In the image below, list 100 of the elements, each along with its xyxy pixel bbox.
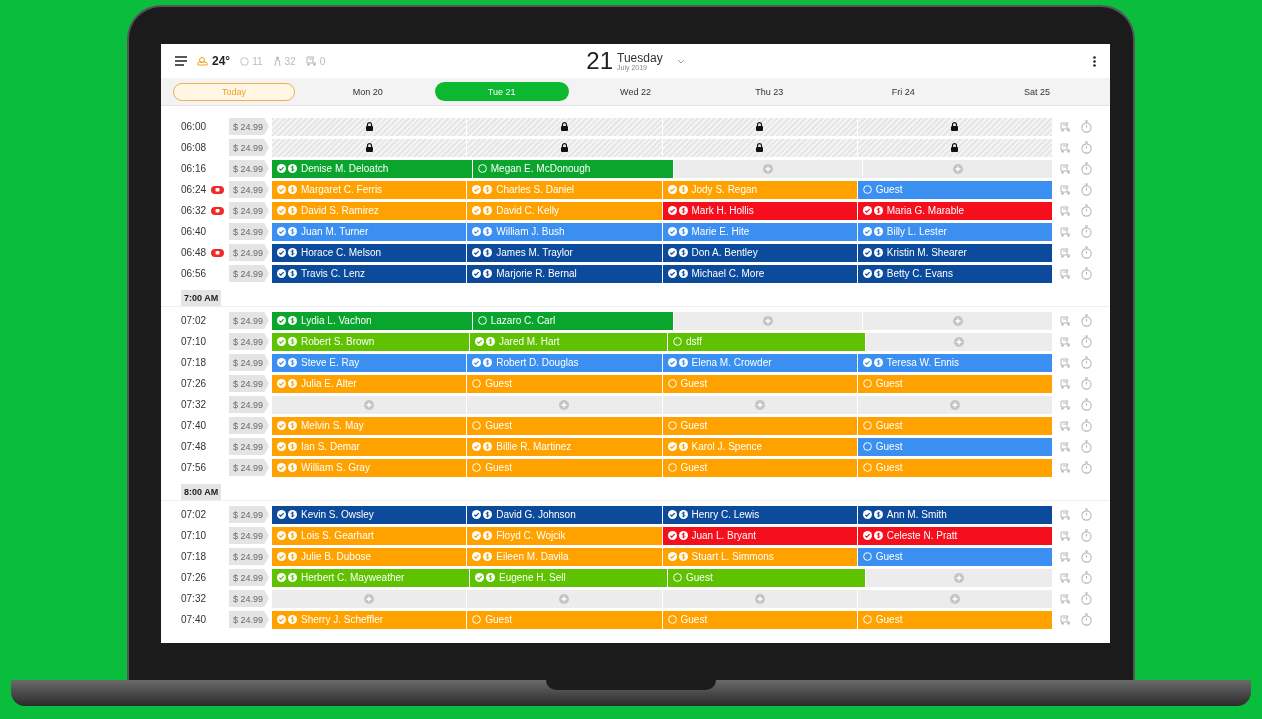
golf-cart-icon[interactable]	[1060, 184, 1071, 195]
stopwatch-icon[interactable]	[1081, 225, 1092, 238]
golf-cart-icon[interactable]	[1060, 142, 1071, 153]
booking-slot[interactable]: Guest	[668, 568, 865, 587]
booking-slot[interactable]: Megan E. McDonough	[472, 159, 673, 178]
booking-slot[interactable]: Celeste N. Pratt	[857, 526, 1052, 545]
golf-cart-icon[interactable]	[1060, 572, 1071, 583]
booking-slot[interactable]: Robert D. Douglas	[467, 353, 662, 372]
booking-slot[interactable]: Sherry J. Scheffler	[272, 610, 467, 629]
golf-cart-icon[interactable]	[1060, 399, 1071, 410]
booking-slot[interactable]: Guest	[662, 374, 857, 393]
stopwatch-icon[interactable]	[1081, 571, 1092, 584]
booking-slot[interactable]: Charles S. Daniel	[467, 180, 662, 199]
booking-slot[interactable]: Eugene H. Sell	[470, 568, 667, 587]
booking-slot[interactable]: Billie R. Martinez	[467, 437, 662, 456]
booking-slot[interactable]: Elena M. Crowder	[662, 353, 857, 372]
booking-slot[interactable]: Stuart L. Simmons	[662, 547, 857, 566]
day-tab[interactable]: Sat 25	[970, 82, 1104, 101]
golf-cart-icon[interactable]	[1060, 121, 1071, 132]
stopwatch-icon[interactable]	[1081, 183, 1092, 196]
golf-cart-icon[interactable]	[1060, 336, 1071, 347]
stopwatch-icon[interactable]	[1081, 335, 1092, 348]
stopwatch-icon[interactable]	[1081, 550, 1092, 563]
alert-badge[interactable]	[211, 248, 224, 257]
stopwatch-icon[interactable]	[1081, 204, 1092, 217]
booking-slot[interactable]: Lydia L. Vachon	[272, 311, 472, 330]
golf-cart-icon[interactable]	[1060, 551, 1071, 562]
golf-cart-icon[interactable]	[1060, 441, 1071, 452]
booking-slot[interactable]: Guest	[857, 547, 1052, 566]
booking-slot[interactable]: Guest	[467, 610, 662, 629]
booking-slot[interactable]: Guest	[467, 374, 662, 393]
stopwatch-icon[interactable]	[1081, 246, 1092, 259]
booking-slot[interactable]: Karol J. Spence	[662, 437, 857, 456]
golf-cart-icon[interactable]	[1060, 614, 1071, 625]
stopwatch-icon[interactable]	[1081, 613, 1092, 626]
booking-slot[interactable]: Ann M. Smith	[857, 505, 1052, 524]
booking-slot[interactable]: Horace C. Melson	[272, 243, 467, 262]
booking-slot[interactable]: Juan L. Bryant	[662, 526, 857, 545]
booking-slot[interactable]: Mark H. Hollis	[662, 201, 857, 220]
stopwatch-icon[interactable]	[1081, 162, 1092, 175]
day-tab[interactable]: Mon 20	[300, 82, 435, 101]
booking-slot[interactable]: Guest	[662, 416, 857, 435]
golf-cart-icon[interactable]	[1060, 247, 1071, 258]
booking-slot[interactable]: Kevin S. Owsley	[272, 505, 467, 524]
booking-slot[interactable]: Guest	[467, 416, 662, 435]
booking-slot[interactable]: Michael C. More	[662, 264, 857, 283]
booking-slot[interactable]: William J. Bush	[467, 222, 662, 241]
booking-slot[interactable]: Guest	[662, 610, 857, 629]
stopwatch-icon[interactable]	[1081, 120, 1092, 133]
booking-slot[interactable]: James M. Traylor	[467, 243, 662, 262]
golf-cart-icon[interactable]	[1060, 268, 1071, 279]
booking-slot[interactable]: Denise M. Deloatch	[272, 159, 472, 178]
booking-slot[interactable]: David S. Ramirez	[272, 201, 467, 220]
alert-badge[interactable]	[211, 185, 224, 194]
day-tab[interactable]: Wed 22	[568, 82, 703, 101]
booking-slot[interactable]: David G. Johnson	[467, 505, 662, 524]
booking-slot[interactable]: Henry C. Lewis	[662, 505, 857, 524]
booking-slot[interactable]: Herbert C. Mayweather	[272, 568, 469, 587]
booking-slot[interactable]: Guest	[857, 437, 1052, 456]
menu-icon[interactable]	[175, 56, 187, 66]
booking-slot[interactable]: dsff	[668, 332, 865, 351]
booking-slot[interactable]: Margaret C. Ferris	[272, 180, 467, 199]
stopwatch-icon[interactable]	[1081, 314, 1092, 327]
golf-cart-icon[interactable]	[1060, 357, 1071, 368]
golf-cart-icon[interactable]	[1060, 462, 1071, 473]
booking-slot[interactable]: Ian S. Demar	[272, 437, 467, 456]
stopwatch-icon[interactable]	[1081, 529, 1092, 542]
golf-cart-icon[interactable]	[1060, 226, 1071, 237]
booking-slot[interactable]: Guest	[857, 610, 1052, 629]
golf-cart-icon[interactable]	[1060, 420, 1071, 431]
booking-slot[interactable]: Billy L. Lester	[857, 222, 1052, 241]
booking-slot[interactable]: Guest	[857, 416, 1052, 435]
booking-slot[interactable]: William S. Gray	[272, 458, 467, 477]
booking-slot[interactable]: Guest	[857, 180, 1052, 199]
stopwatch-icon[interactable]	[1081, 419, 1092, 432]
booking-slot[interactable]: Betty C. Evans	[857, 264, 1052, 283]
booking-slot[interactable]: Jody S. Regan	[662, 180, 857, 199]
golf-cart-icon[interactable]	[1060, 509, 1071, 520]
booking-slot[interactable]: David C. Kelly	[467, 201, 662, 220]
chevron-down-icon[interactable]	[676, 58, 685, 64]
booking-slot[interactable]: Kristin M. Shearer	[857, 243, 1052, 262]
golf-cart-icon[interactable]	[1060, 205, 1071, 216]
booking-slot[interactable]: Lazaro C. Carl	[472, 311, 673, 330]
today-button[interactable]: Today	[173, 82, 295, 101]
stopwatch-icon[interactable]	[1081, 592, 1092, 605]
booking-slot[interactable]: Maria G. Marable	[857, 201, 1052, 220]
booking-slot[interactable]: Floyd C. Wojcik	[467, 526, 662, 545]
booking-slot[interactable]: Don A. Bentley	[662, 243, 857, 262]
stopwatch-icon[interactable]	[1081, 267, 1092, 280]
golf-cart-icon[interactable]	[1060, 530, 1071, 541]
booking-slot[interactable]: Guest	[857, 374, 1052, 393]
booking-slot[interactable]: Marjorie R. Bernal	[467, 264, 662, 283]
day-tab[interactable]: Fri 24	[836, 82, 971, 101]
alert-badge[interactable]	[211, 206, 224, 215]
stopwatch-icon[interactable]	[1081, 377, 1092, 390]
booking-slot[interactable]: Marie E. Hite	[662, 222, 857, 241]
stopwatch-icon[interactable]	[1081, 461, 1092, 474]
booking-slot[interactable]: Julia E. Alter	[272, 374, 467, 393]
golf-cart-icon[interactable]	[1060, 593, 1071, 604]
booking-slot[interactable]: Teresa W. Ennis	[857, 353, 1052, 372]
